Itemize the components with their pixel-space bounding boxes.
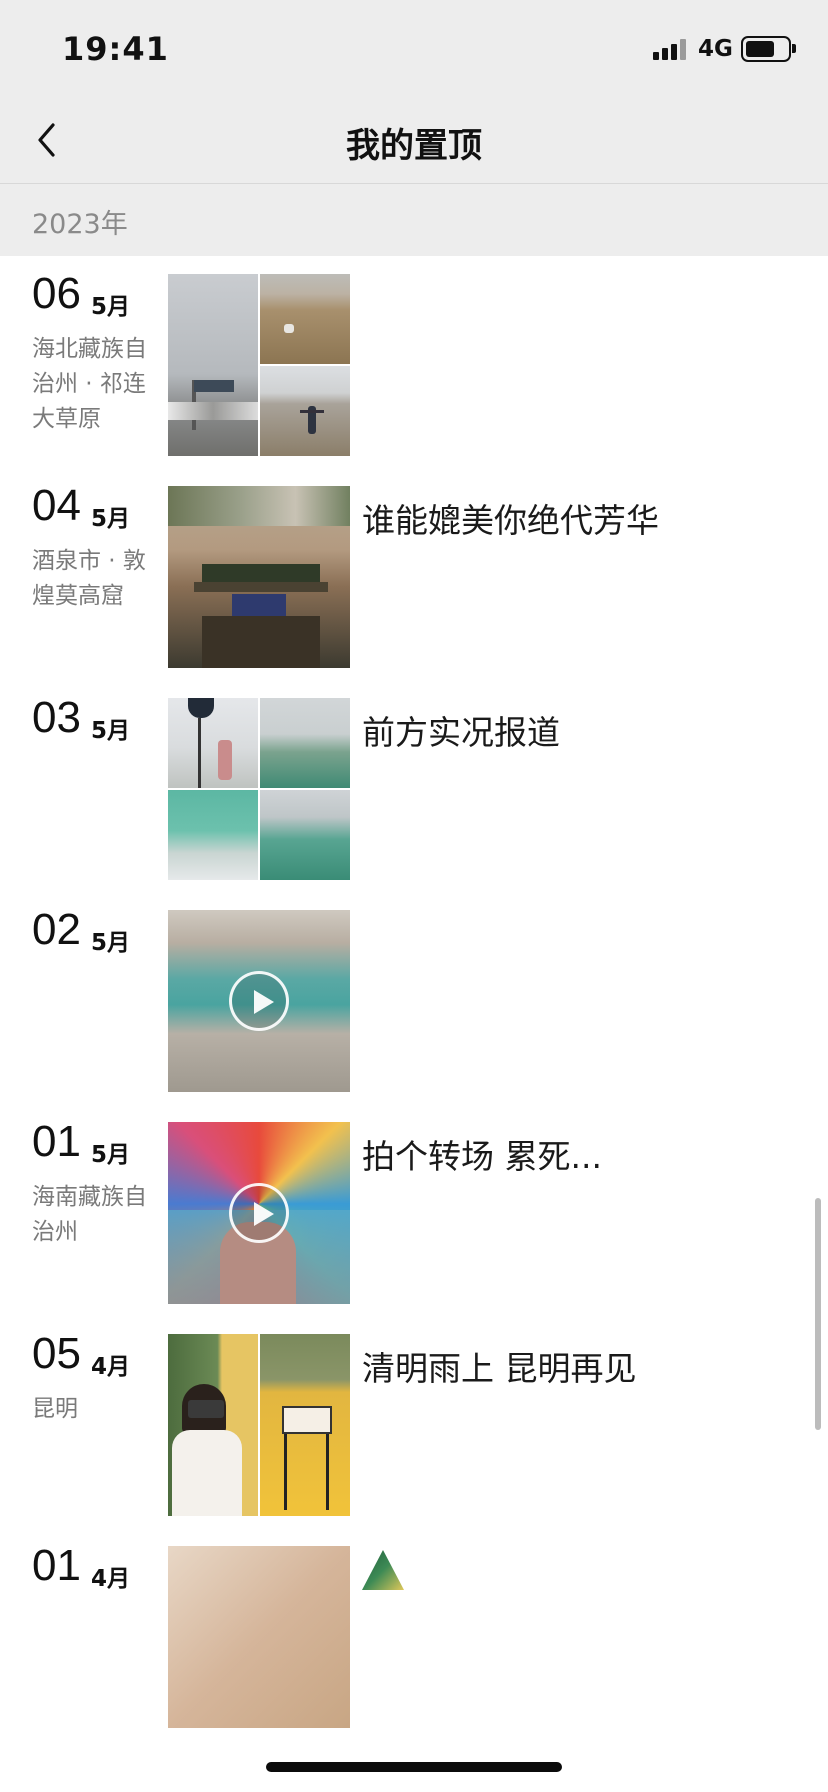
post-location[interactable]: 海南藏族自治州: [32, 1180, 160, 1250]
post-month: 5月: [91, 506, 131, 532]
battery-icon: [741, 36, 791, 62]
signal-icon: [653, 38, 689, 60]
video-thumbnail[interactable]: [168, 1122, 350, 1304]
network-label: 4G: [698, 36, 733, 62]
photo-single[interactable]: [168, 486, 350, 668]
photo-thumbnail[interactable]: [260, 698, 350, 788]
post-day: 05: [32, 1329, 81, 1378]
photo-single[interactable]: [168, 1546, 350, 1728]
photo-thumbnail[interactable]: [362, 1550, 404, 1590]
post-location[interactable]: 昆明: [32, 1392, 160, 1427]
post-day: 06: [32, 269, 81, 318]
photo-grid[interactable]: [168, 274, 350, 456]
status-time: 19:41: [62, 30, 169, 68]
photo-thumbnail[interactable]: [168, 1334, 258, 1516]
post-day: 01: [32, 1541, 81, 1590]
scroll-indicator[interactable]: [815, 1198, 821, 1430]
photo-grid[interactable]: [168, 1334, 350, 1516]
post-caption[interactable]: 谁能媲美你绝代芳华: [362, 494, 659, 542]
status-bar: 19:41 4G: [0, 0, 828, 96]
post-day: 04: [32, 481, 81, 530]
post-caption[interactable]: 清明雨上 昆明再见: [362, 1342, 637, 1390]
photo-thumbnail[interactable]: [168, 698, 258, 788]
post-month: 4月: [91, 1354, 131, 1380]
nav-bar: 我的置顶: [0, 96, 828, 184]
home-indicator[interactable]: [266, 1762, 562, 1772]
timeline-feed[interactable]: 06 5月 海北藏族自治州 · 祁连大草原 04 5月 酒泉市 · 敦煌莫高窟: [0, 256, 828, 1792]
post-caption[interactable]: 拍个转场 累死...: [362, 1130, 602, 1178]
post-month: 5月: [91, 1142, 131, 1168]
post-day: 01: [32, 1117, 81, 1166]
photo-thumbnail[interactable]: [168, 274, 258, 456]
play-icon[interactable]: [229, 1183, 289, 1243]
photo-grid[interactable]: [168, 698, 350, 880]
post-day: 03: [32, 693, 81, 742]
post-month: 4月: [91, 1566, 131, 1592]
page-title: 我的置顶: [346, 126, 482, 166]
photo-thumbnail[interactable]: [168, 790, 258, 880]
post-location[interactable]: 海北藏族自治州 · 祁连大草原: [32, 332, 160, 437]
photo-thumbnail[interactable]: [260, 790, 350, 880]
post-location[interactable]: 酒泉市 · 敦煌莫高窟: [32, 544, 160, 614]
play-icon[interactable]: [229, 971, 289, 1031]
post-day: 02: [32, 905, 81, 954]
year-header: 2023年: [0, 184, 828, 256]
photo-thumbnail[interactable]: [260, 366, 350, 456]
photo-thumbnail[interactable]: [260, 274, 350, 364]
video-thumbnail[interactable]: [168, 910, 350, 1092]
post-month: 5月: [91, 294, 131, 320]
battery-tip: [792, 44, 796, 53]
post-month: 5月: [91, 930, 131, 956]
post-month: 5月: [91, 718, 131, 744]
post-caption[interactable]: 前方实况报道: [362, 706, 560, 754]
year-label: 2023年: [32, 209, 128, 240]
photo-thumbnail[interactable]: [260, 1334, 350, 1516]
